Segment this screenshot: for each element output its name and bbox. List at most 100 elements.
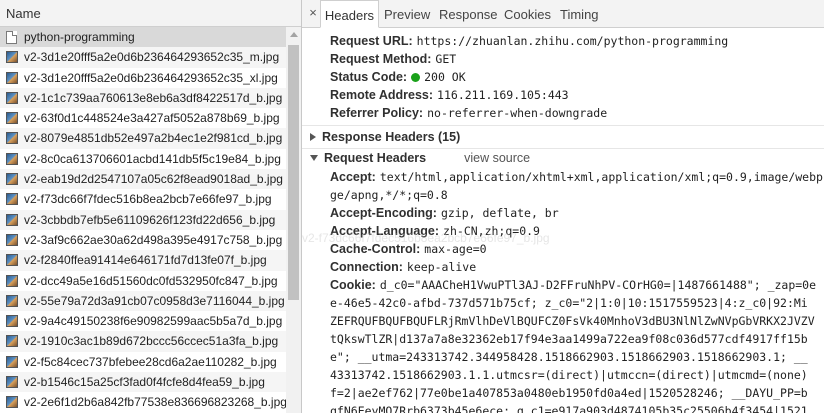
list-item[interactable]: v2-3cbbdb7efb5e61109626f123fd22d656_b.jp…: [0, 209, 286, 230]
accept-encoding-key: Accept-Encoding:: [330, 206, 437, 220]
image-icon: [6, 254, 18, 267]
status-code-value: 200 OK: [424, 70, 466, 84]
details-tabbar: × Headers Preview Response Cookies Timin…: [302, 0, 824, 28]
request-name: v2-3af9c662ae30a62d498a395e4917c758_b.jp…: [24, 232, 283, 247]
list-item[interactable]: v2-55e79a72d3a91cb07c0958d3e7116044_b.jp…: [0, 290, 286, 312]
image-icon: [6, 213, 18, 226]
request-name: v2-1c1c739aa760613e8eb6a3df8422517d_b.jp…: [24, 90, 283, 105]
response-headers-section[interactable]: Response Headers (15): [310, 130, 460, 144]
image-icon: [6, 274, 18, 287]
request-name: v2-63f0d1c448524e3a427af5052a878b69_b.jp…: [24, 111, 280, 126]
tab-headers[interactable]: Headers: [320, 0, 379, 28]
response-headers-title: Response Headers (15): [322, 130, 461, 144]
connection-row: Connection: keep-alive: [330, 260, 476, 274]
list-item[interactable]: python-programming: [0, 27, 286, 48]
image-icon: [6, 193, 18, 206]
list-item[interactable]: v2-1c1c739aa760613e8eb6a3df8422517d_b.jp…: [0, 87, 286, 109]
cookie-value-line: qfN6EeyMQ7Rrb6373b45e6ece; q_c1=e917a903…: [330, 404, 808, 413]
cookie-value-line-1: d_c0="AAACheH1VwuPTl3AJ-D2FFruNhPV-COrHG…: [379, 278, 817, 292]
image-icon: [6, 152, 18, 165]
list-item[interactable]: v2-3d1e20fff5a2e0d6b236464293652c35_m.jp…: [0, 47, 286, 68]
list-item[interactable]: v2-dcc49a5e16d51560dc0fd532950fc847_b.jp…: [0, 271, 286, 291]
request-name: python-programming: [24, 30, 135, 44]
request-list-scrollbar[interactable]: [286, 27, 301, 413]
list-item[interactable]: v2-9a4c49150238f6e90982599aac5b5a7d_b.jp…: [0, 311, 286, 331]
request-name: v2-55e79a72d3a91cb07c0958d3e7116044_b.jp…: [24, 293, 285, 308]
image-icon: [6, 173, 18, 186]
collapse-triangle-icon[interactable]: [310, 155, 318, 161]
drag-ghost-label: v2-f73dc66f7fdec516b8ea2bcb7e66fe97_b.jp…: [302, 231, 550, 245]
accept-value-line-1: text/html,application/xhtml+xml,applicat…: [379, 170, 824, 184]
tab-cookies[interactable]: Cookies: [504, 0, 551, 28]
request-name: v2-f5c84cec737bfebee28cd6a2ae110282_b.jp…: [24, 354, 277, 369]
accept-key: Accept:: [330, 170, 376, 184]
cookie-value-line: e-46e5-42c0-afbd-737d571b75cf; z_c0="2|1…: [330, 296, 808, 310]
referrer-policy-value: no-referrer-when-downgrade: [427, 106, 608, 120]
image-icon: [6, 376, 18, 389]
cookie-row: Cookie: d_c0="AAACheH1VwuPTl3AJ-D2FFruNhP…: [330, 278, 816, 292]
status-ok-dot-icon: [411, 73, 421, 82]
request-details-pane: × Headers Preview Response Cookies Timin…: [302, 0, 824, 413]
image-icon: [6, 233, 18, 246]
image-icon: [6, 112, 18, 125]
cookie-value-line: f=2|ae2ef762|77e0be1a407853a0480eb1950fd…: [330, 386, 808, 400]
accept-value-line-2: ge/apng,*/*;q=0.8: [330, 188, 448, 202]
image-icon: [6, 91, 18, 104]
list-item[interactable]: v2-8079e4851db52e497a2b4ec1e2f981cd_b.jp…: [0, 128, 286, 149]
list-item[interactable]: v2-f73dc66f7fdec516b8ea2bcb7e66fe97_b.jp…: [0, 189, 286, 209]
list-item[interactable]: v2-f5c84cec737bfebee28cd6a2ae110282_b.jp…: [0, 352, 286, 372]
accept-encoding-row: Accept-Encoding: gzip, deflate, br: [330, 206, 559, 220]
tab-preview[interactable]: Preview: [384, 0, 430, 28]
section-divider: [302, 125, 824, 126]
scroll-up-arrow-icon[interactable]: [290, 32, 298, 37]
document-icon: [6, 31, 17, 44]
expand-triangle-icon[interactable]: [310, 133, 316, 141]
status-code-key: Status Code:: [330, 70, 408, 84]
request-name: v2-f2840ffea91414e646171fd7d13fe07f_b.jp…: [24, 253, 267, 268]
remote-address-value: 116.211.169.105:443: [437, 88, 569, 102]
image-icon: [6, 315, 18, 328]
referrer-policy-row: Referrer Policy: no-referrer-when-downgra…: [330, 106, 607, 120]
tab-timing[interactable]: Timing: [560, 0, 599, 28]
remote-address-row: Remote Address: 116.211.169.105:443: [330, 88, 569, 102]
request-headers-section[interactable]: Request Headers view source: [310, 151, 530, 165]
tab-response[interactable]: Response: [439, 0, 498, 28]
request-name: v2-3cbbdb7efb5e61109626f123fd22d656_b.jp…: [24, 212, 276, 227]
request-url-key: Request URL:: [330, 34, 413, 48]
request-name: v2-b1546c15a25cf3fad0f4fcfe8d4fea59_b.jp…: [24, 375, 265, 390]
list-item[interactable]: v2-b1546c15a25cf3fad0f4fcfe8d4fea59_b.jp…: [0, 372, 286, 393]
list-item[interactable]: v2-f2840ffea91414e646171fd7d13fe07f_b.jp…: [0, 250, 286, 271]
request-method-key: Request Method:: [330, 52, 432, 66]
section-divider: [302, 148, 824, 149]
list-item[interactable]: v2-1910c3ac1b89d672bccc56ccec51a3fa_b.jp…: [0, 331, 286, 352]
request-method-row: Request Method: GET: [330, 52, 456, 66]
request-url-value: https://zhuanlan.zhihu.com/python-progra…: [416, 34, 729, 48]
close-icon[interactable]: ×: [306, 5, 320, 21]
cookie-value-line: 43313742.1518662903.1.1.utmcsr=(direct)|…: [330, 368, 808, 382]
request-list-pane: Name python-programming v2-3d1e20fff5a2e0…: [0, 0, 301, 413]
list-item[interactable]: v2-3af9c662ae30a62d498a395e4917c758_b.jp…: [0, 230, 286, 250]
status-code-row: Status Code: 200 OK: [330, 70, 466, 84]
request-name: v2-9a4c49150238f6e90982599aac5b5a7d_b.jp…: [24, 314, 283, 329]
cookie-value-line: e"; __utma=243313742.344958428.151866290…: [330, 350, 808, 364]
headers-panel: Request URL: https://zhuanlan.zhihu.com/p…: [302, 29, 824, 413]
list-item[interactable]: v2-63f0d1c448524e3a427af5052a878b69_b.jp…: [0, 108, 286, 128]
list-item[interactable]: v2-2e6f1d2b6a842fb77538e836696823268_b.j…: [0, 392, 286, 412]
request-name: v2-eab19d2d2547107a05c62f8ead9018ad_b.jp…: [24, 172, 283, 187]
request-name: v2-3d1e20fff5a2e0d6b236464293652c35_m.jp…: [24, 50, 280, 65]
list-item[interactable]: v2-3d1e20fff5a2e0d6b236464293652c35_xl.j…: [0, 68, 286, 88]
image-icon: [6, 396, 18, 409]
list-item[interactable]: v2-8c0ca613706601acbd141db5f5c19e84_b.jp…: [0, 149, 286, 169]
image-icon: [6, 294, 18, 307]
name-column-header[interactable]: Name: [0, 0, 301, 27]
view-source-link[interactable]: view source: [464, 151, 530, 165]
list-item[interactable]: v2-eab19d2d2547107a05c62f8ead9018ad_b.jp…: [0, 169, 286, 190]
name-column-label: Name: [6, 6, 41, 21]
image-icon: [6, 71, 18, 84]
remote-address-key: Remote Address:: [330, 88, 434, 102]
scrollbar-thumb[interactable]: [288, 45, 299, 300]
request-name: v2-1910c3ac1b89d672bccc56ccec51a3fa_b.jp…: [24, 334, 279, 349]
request-list[interactable]: python-programming v2-3d1e20fff5a2e0d6b23…: [0, 27, 286, 413]
request-name: v2-8c0ca613706601acbd141db5f5c19e84_b.jp…: [24, 151, 281, 166]
cookie-value-line: tQkswTlZR|d137a7a8e32362eb17f94e3aa1499a…: [330, 332, 808, 346]
